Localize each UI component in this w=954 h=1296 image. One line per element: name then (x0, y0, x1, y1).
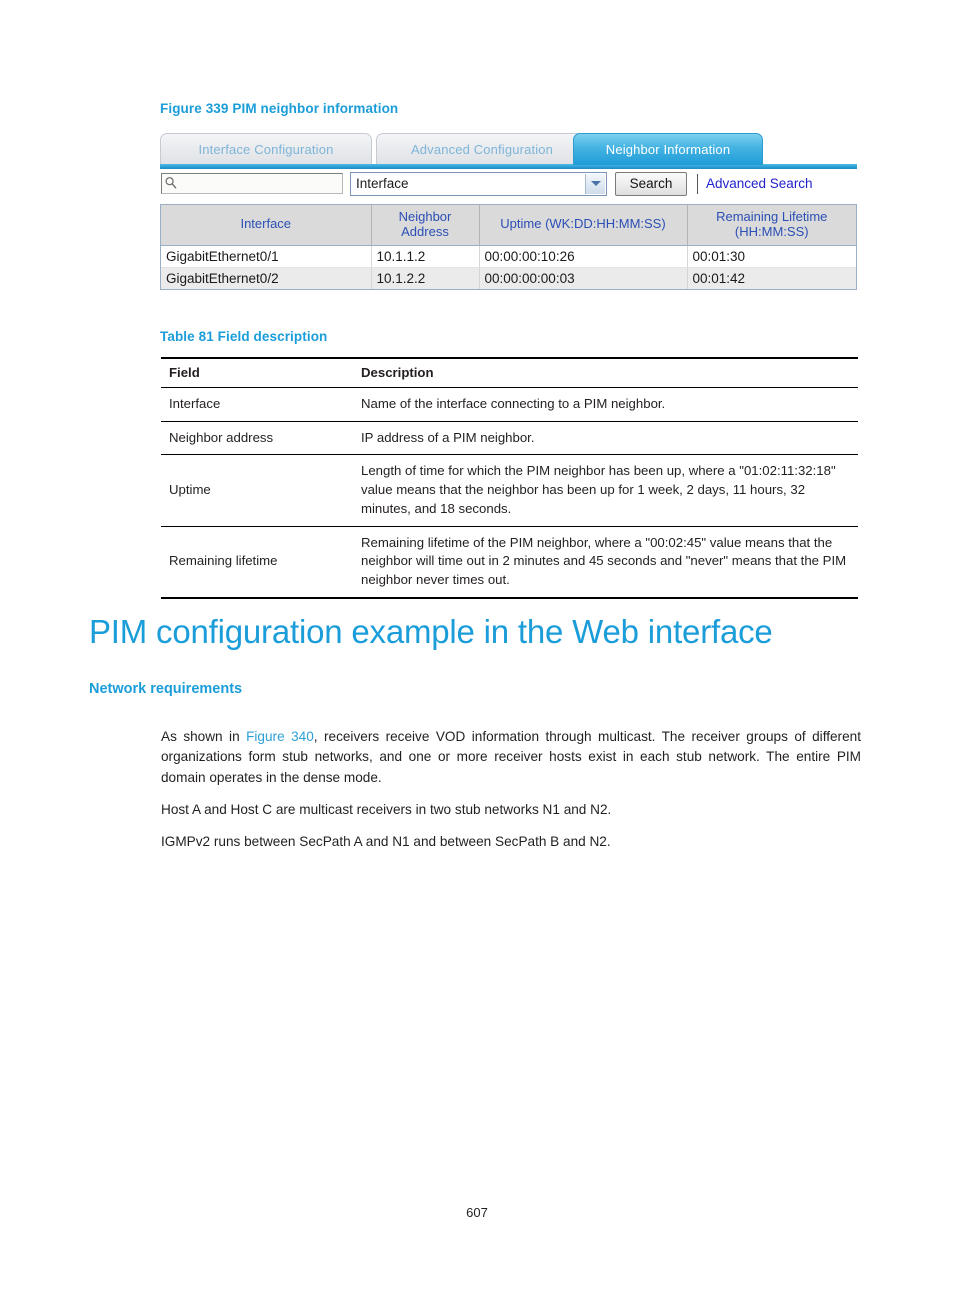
table81-field-name: Remaining lifetime (161, 526, 353, 599)
grid-col-interface-label: Interface (240, 216, 292, 232)
page-title: PIM configuration example in the Web int… (89, 613, 773, 650)
tab-bar: Interface Configuration Advanced Configu… (160, 131, 857, 169)
search-input[interactable] (161, 173, 343, 194)
paragraph-hosts: Host A and Host C are multicast receiver… (161, 801, 612, 817)
table-row[interactable]: GigabitEthernet0/2 10.1.2.2 00:00:00:00:… (161, 267, 856, 289)
toolbar-divider (697, 174, 698, 194)
search-toolbar: Interface Search Advanced Search (160, 170, 857, 204)
figure-339-caption: Figure 339 PIM neighbor information (160, 101, 399, 116)
paragraph1-before: As shown in (161, 728, 247, 744)
table-row: Remaining lifetime Remaining lifetime of… (161, 526, 858, 599)
table81-field-description: Length of time for which the PIM neighbo… (353, 454, 858, 527)
pim-neighbor-information-widget: Interface Configuration Advanced Configu… (160, 131, 857, 290)
cell-uptime: 00:00:00:00:03 (479, 267, 688, 289)
table-row[interactable]: GigabitEthernet0/1 10.1.1.2 00:00:00:10:… (161, 245, 856, 268)
page-number: 607 (466, 1205, 488, 1220)
cell-remaining-lifetime: 00:01:42 (687, 267, 856, 289)
tab-neighbor-information[interactable]: Neighbor Information (573, 133, 763, 165)
grid-col-neighbor-address[interactable]: Neighbor Address (371, 205, 480, 246)
cell-interface: GigabitEthernet0/2 (161, 267, 372, 289)
table81-field-name: Neighbor address (161, 421, 353, 456)
table-row: Interface Name of the interface connecti… (161, 387, 858, 422)
grid-col-remaining-lifetime-line2: (HH:MM:SS) (734, 223, 809, 239)
advanced-search-link[interactable]: Advanced Search (706, 173, 813, 195)
cell-remaining-lifetime: 00:01:30 (687, 245, 856, 268)
chevron-down-icon[interactable] (585, 174, 605, 194)
document-page: Figure 339 PIM neighbor information Inte… (0, 0, 954, 1296)
grid-col-neighbor-address-line2: Address (401, 223, 449, 239)
search-button-label: Search (629, 176, 673, 191)
table81-col-description: Description (353, 357, 858, 388)
tab-advanced-configuration-label: Advanced Configuration (410, 142, 554, 157)
grid-col-uptime-label: Uptime (WK:DD:HH:MM:SS) (500, 216, 666, 232)
search-button[interactable]: Search (615, 172, 687, 196)
field-description-table: Field Description Interface Name of the … (161, 357, 858, 599)
table81-field-name: Uptime (161, 454, 353, 527)
grid-col-remaining-lifetime[interactable]: Remaining Lifetime (HH:MM:SS) (687, 205, 856, 246)
tab-interface-configuration-label: Interface Configuration (198, 142, 334, 157)
table81-field-description: IP address of a PIM neighbor. (353, 421, 858, 456)
tab-advanced-configuration[interactable]: Advanced Configuration (376, 133, 588, 165)
table81-field-name: Interface (161, 387, 353, 422)
figure-340-xref[interactable]: Figure 340 (246, 729, 314, 744)
cell-neighbor-address: 10.1.1.2 (371, 245, 480, 268)
table-row: Uptime Length of time for which the PIM … (161, 454, 858, 527)
paragraph-igmpv2: IGMPv2 runs between SecPath A and N1 and… (161, 833, 611, 849)
advanced-search-link-label: Advanced Search (706, 176, 813, 191)
section-subheading: Network requirements (89, 681, 243, 697)
grid-col-neighbor-address-line1: Neighbor (398, 209, 452, 224)
paragraph-network-requirements: As shown in Figure 340, receivers receiv… (161, 727, 861, 789)
grid-col-remaining-lifetime-line1: Remaining Lifetime (716, 209, 828, 224)
table-81-caption: Table 81 Field description (160, 329, 328, 344)
cell-neighbor-address: 10.1.2.2 (371, 267, 480, 289)
grid-header-row: Interface Neighbor Address Uptime (WK:DD… (161, 205, 856, 246)
search-icon (164, 176, 178, 190)
table81-field-description: Name of the interface connecting to a PI… (353, 387, 858, 422)
tab-neighbor-information-label: Neighbor Information (605, 142, 731, 157)
table81-col-field: Field (161, 357, 353, 388)
grid-col-uptime[interactable]: Uptime (WK:DD:HH:MM:SS) (479, 205, 688, 246)
search-field-select[interactable]: Interface (350, 172, 607, 196)
cell-interface: GigabitEthernet0/1 (161, 245, 372, 268)
table81-header-row: Field Description (161, 357, 858, 388)
table-row: Neighbor address IP address of a PIM nei… (161, 421, 858, 456)
cell-uptime: 00:00:00:10:26 (479, 245, 688, 268)
tab-interface-configuration[interactable]: Interface Configuration (160, 133, 372, 165)
search-field-select-value: Interface (356, 176, 409, 191)
neighbor-grid: Interface Neighbor Address Uptime (WK:DD… (160, 204, 857, 290)
table81-field-description: Remaining lifetime of the PIM neighbor, … (353, 526, 858, 599)
grid-col-interface[interactable]: Interface (161, 205, 372, 246)
